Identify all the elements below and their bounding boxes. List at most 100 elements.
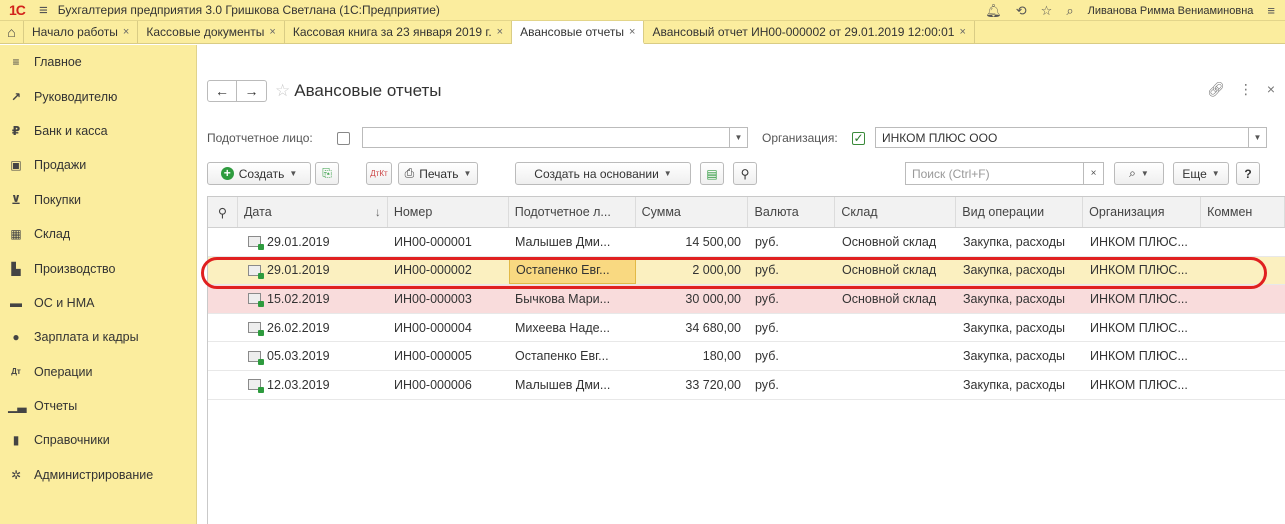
cell-operation: Закупка, расходы <box>963 377 1065 392</box>
table-row[interactable]: 26.02.2019 ИН00-000004 Михеева Наде... 3… <box>208 314 1285 343</box>
tab-advance-report-doc[interactable]: Авансовый отчет ИН00-000002 от 29.01.201… <box>644 21 975 43</box>
sidebar-item-admin[interactable]: ✲ Администрирование <box>0 458 196 492</box>
main-menu-icon[interactable]: ≡ <box>39 2 48 19</box>
cell-person: Михеева Наде... <box>515 320 610 335</box>
column-header-sum[interactable]: Сумма <box>636 197 749 227</box>
search-options-button[interactable]: ⌕ ▼ <box>1114 162 1164 185</box>
cell-warehouse <box>836 314 957 342</box>
table-row-selected[interactable]: 29.01.2019 ИН00-000002 Остапенко Евг... … <box>208 256 1285 286</box>
cell-number: ИН00-000005 <box>394 349 472 364</box>
cell-person[interactable]: Остапенко Евг... <box>509 256 636 285</box>
settings-menu-icon[interactable]: ≡ <box>1267 3 1275 18</box>
column-header-person[interactable]: Подотчетное л... <box>509 197 636 227</box>
attach-button[interactable]: ⚲ <box>733 162 757 185</box>
close-icon[interactable]: × <box>629 26 635 38</box>
more-button[interactable]: Еще ▼ <box>1173 162 1229 185</box>
sidebar-item-catalogs[interactable]: ▮ Справочники <box>0 423 196 457</box>
help-button[interactable]: ? <box>1236 162 1260 185</box>
table-row[interactable]: 29.01.2019 ИН00-000001 Малышев Дми... 14… <box>208 228 1285 257</box>
close-icon[interactable]: × <box>959 26 965 38</box>
sidebar-item-warehouse[interactable]: ▦ Склад <box>0 217 196 251</box>
sidebar-item-salary[interactable]: ● Зарплата и кадры <box>0 320 196 354</box>
warehouse-icon: ▦ <box>10 227 22 242</box>
sidebar-item-main[interactable]: ≡ Главное <box>0 45 196 79</box>
forward-button[interactable]: → <box>237 80 267 102</box>
column-header-organization[interactable]: Организация <box>1083 197 1202 227</box>
factory-icon: ▙ <box>11 261 21 276</box>
print-button[interactable]: ⎙ Печать ▼ <box>398 162 478 185</box>
person-filter-checkbox[interactable] <box>337 132 350 145</box>
table-header: ⚲ Дата ↓ Номер Подотчетное л... Сумма Вал… <box>208 197 1285 228</box>
structure-button[interactable]: ▤ <box>700 162 724 185</box>
create-based-on-button[interactable]: Создать на основании ▼ <box>515 162 691 185</box>
sidebar-item-label: Банк и касса <box>34 123 108 138</box>
sidebar-item-assets[interactable]: ▬ ОС и НМА <box>0 286 196 320</box>
person-icon: ● <box>12 330 20 345</box>
tab-advance-reports[interactable]: Авансовые отчеты × <box>512 21 645 44</box>
notifications-icon[interactable]: 🔔︎ <box>985 3 1002 19</box>
person-filter-field[interactable] <box>362 127 730 148</box>
column-header-label: Подотчетное л... <box>514 205 611 219</box>
close-icon[interactable]: × <box>269 26 275 38</box>
print-label: Печать <box>419 166 459 181</box>
favorites-icon[interactable]: ☆ <box>1041 3 1053 19</box>
column-header-currency[interactable]: Валюта <box>748 197 836 227</box>
sidebar-item-production[interactable]: ▙ Производство <box>0 251 196 285</box>
sidebar-item-reports[interactable]: ▁▃ Отчеты <box>0 389 196 423</box>
org-filter-dropdown[interactable]: ▼ <box>1249 127 1267 148</box>
cell-date: 05.03.2019 <box>267 349 330 364</box>
column-header-operation[interactable]: Вид операции <box>956 197 1084 227</box>
search-icon[interactable]: ⌕ <box>1066 3 1073 19</box>
attachment-column-header[interactable]: ⚲ <box>208 197 238 227</box>
table-row[interactable]: 05.03.2019 ИН00-000005 Остапенко Евг... … <box>208 342 1285 371</box>
column-header-label: Коммен <box>1207 205 1253 219</box>
document-posted-icon <box>248 379 264 394</box>
back-button[interactable]: ← <box>207 80 237 102</box>
tab-cash-book[interactable]: Кассовая книга за 23 января 2019 г. × <box>285 21 513 43</box>
history-icon[interactable]: ⟲ <box>1016 3 1027 19</box>
user-name[interactable]: Ливанова Римма Вениаминовна <box>1088 5 1254 17</box>
org-filter-checkbox[interactable]: ✓ <box>852 132 865 145</box>
column-header-label: Склад <box>841 205 878 219</box>
close-icon[interactable]: × <box>1267 81 1275 98</box>
column-header-label: Вид операции <box>962 205 1045 219</box>
sidebar-item-sales[interactable]: ▣ Продажи <box>0 148 196 182</box>
close-icon[interactable]: × <box>123 26 129 38</box>
header-actions: 🔗︎ ⋮ × <box>1207 81 1275 98</box>
home-icon[interactable]: ⌂ <box>0 21 24 43</box>
cell-organization: ИНКОМ ПЛЮС... <box>1090 377 1188 392</box>
org-filter-field[interactable]: ИНКОМ ПЛЮС ООО <box>875 127 1249 148</box>
person-filter-dropdown[interactable]: ▼ <box>730 127 748 148</box>
tab-cash-documents[interactable]: Кассовые документы × <box>138 21 285 43</box>
table-row[interactable]: 15.02.2019 ИН00-000003 Бычкова Мари... 3… <box>208 285 1285 314</box>
sidebar-item-purchases[interactable]: ⊻ Покупки <box>0 183 196 217</box>
sidebar-item-operations[interactable]: Дт Операции <box>0 355 196 389</box>
search-input[interactable]: Поиск (Ctrl+F) <box>905 162 1084 185</box>
table-row[interactable]: 12.03.2019 ИН00-000006 Малышев Дми... 33… <box>208 371 1285 400</box>
close-icon[interactable]: × <box>497 26 503 38</box>
create-label: Создать <box>238 166 285 181</box>
cell-date: 29.01.2019 <box>267 263 330 278</box>
link-icon[interactable]: 🔗︎ <box>1207 81 1225 98</box>
tab-start[interactable]: Начало работы × <box>24 21 139 43</box>
column-header-comment[interactable]: Коммен <box>1201 197 1285 227</box>
cell-sum: 33 720,00 <box>685 377 741 392</box>
column-header-number[interactable]: Номер <box>388 197 509 227</box>
more-vertical-icon[interactable]: ⋮ <box>1239 81 1253 98</box>
cell-sum: 180,00 <box>702 349 741 364</box>
column-header-warehouse[interactable]: Склад <box>835 197 957 227</box>
sidebar-item-label: Зарплата и кадры <box>34 330 139 345</box>
cell-warehouse <box>836 342 957 370</box>
favorite-star-icon[interactable]: ☆ <box>275 81 290 101</box>
chevron-down-icon: ▼ <box>663 169 672 178</box>
sidebar-item-manager[interactable]: ↗ Руководителю <box>0 79 196 113</box>
sidebar-item-bank[interactable]: ₽ Банк и касса <box>0 114 196 148</box>
copy-document-button[interactable]: ⎘ <box>315 162 339 185</box>
app-logo: 1С <box>9 2 26 18</box>
create-button[interactable]: + Создать ▼ <box>207 162 311 185</box>
search-clear-button[interactable]: × <box>1084 162 1104 185</box>
sidebar-item-label: Администрирование <box>34 467 154 482</box>
column-header-date[interactable]: Дата ↓ <box>238 197 388 227</box>
gear-icon: ✲ <box>10 467 22 482</box>
dt-kt-button[interactable]: ДтКт <box>366 162 392 185</box>
